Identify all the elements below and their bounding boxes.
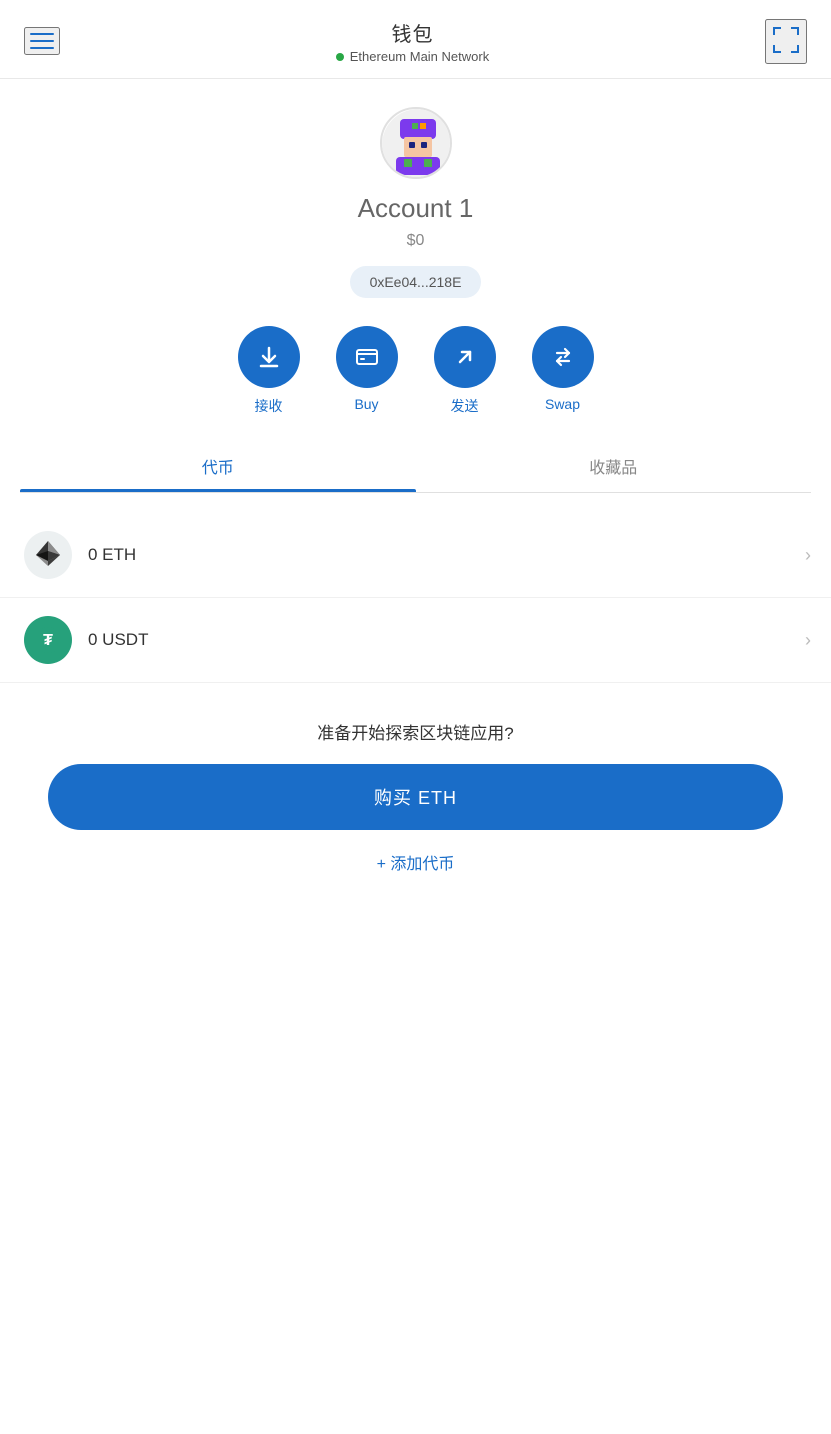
swap-button-container[interactable]: Swap (532, 326, 594, 412)
swap-icon (550, 344, 576, 370)
tab-collectibles[interactable]: 收藏品 (416, 440, 812, 492)
token-item-eth[interactable]: 0 ETH › (0, 513, 831, 598)
buy-eth-button[interactable]: 购买 ETH (48, 764, 783, 830)
qr-scan-button[interactable] (765, 19, 807, 64)
token-list: 0 ETH › ₮ 0 USDT › (0, 513, 831, 683)
token-item-usdt[interactable]: ₮ 0 USDT › (0, 598, 831, 683)
receive-button[interactable] (238, 326, 300, 388)
usdt-token-amount: 0 USDT (88, 630, 148, 650)
receive-label: 接收 (255, 396, 283, 416)
eth-chevron-icon: › (805, 545, 811, 566)
header-center: 钱包 Ethereum Main Network (336, 18, 489, 64)
card-icon (354, 344, 380, 370)
send-icon (452, 344, 478, 370)
tab-tokens[interactable]: 代币 (20, 440, 416, 492)
eth-token-amount: 0 ETH (88, 545, 136, 565)
action-buttons: 接收 Buy 发送 (238, 326, 594, 416)
swap-button[interactable] (532, 326, 594, 388)
swap-label: Swap (545, 396, 580, 412)
menu-button[interactable] (24, 27, 60, 55)
account-section: Account 1 $0 0xEe04...218E 接收 (0, 79, 831, 513)
app-header: 钱包 Ethereum Main Network (0, 0, 831, 79)
buy-label: Buy (354, 396, 378, 412)
explore-section: 准备开始探索区块链应用? 购买 ETH + 添加代币 (0, 683, 831, 902)
avatar (380, 107, 452, 179)
address-button[interactable]: 0xEe04...218E (350, 266, 482, 298)
usdt-token-icon: ₮ (24, 616, 72, 664)
buy-button-container[interactable]: Buy (336, 326, 398, 412)
receive-button-container[interactable]: 接收 (238, 326, 300, 416)
tabs: 代币 收藏品 (20, 440, 811, 493)
download-icon (256, 344, 282, 370)
add-token-link[interactable]: + 添加代币 (377, 856, 455, 873)
account-name: Account 1 (358, 193, 474, 224)
qr-icon (771, 25, 801, 55)
wallet-title: 钱包 (336, 18, 489, 47)
network-status-dot (336, 53, 344, 61)
send-label: 发送 (451, 396, 479, 416)
send-button[interactable] (434, 326, 496, 388)
network-indicator: Ethereum Main Network (336, 49, 489, 64)
send-button-container[interactable]: 发送 (434, 326, 496, 416)
buy-button[interactable] (336, 326, 398, 388)
svg-text:₮: ₮ (43, 632, 53, 649)
usdt-chevron-icon: › (805, 630, 811, 651)
eth-token-icon (24, 531, 72, 579)
network-name: Ethereum Main Network (350, 49, 489, 64)
explore-title: 准备开始探索区块链应用? (48, 719, 783, 744)
account-balance: $0 (407, 232, 425, 250)
